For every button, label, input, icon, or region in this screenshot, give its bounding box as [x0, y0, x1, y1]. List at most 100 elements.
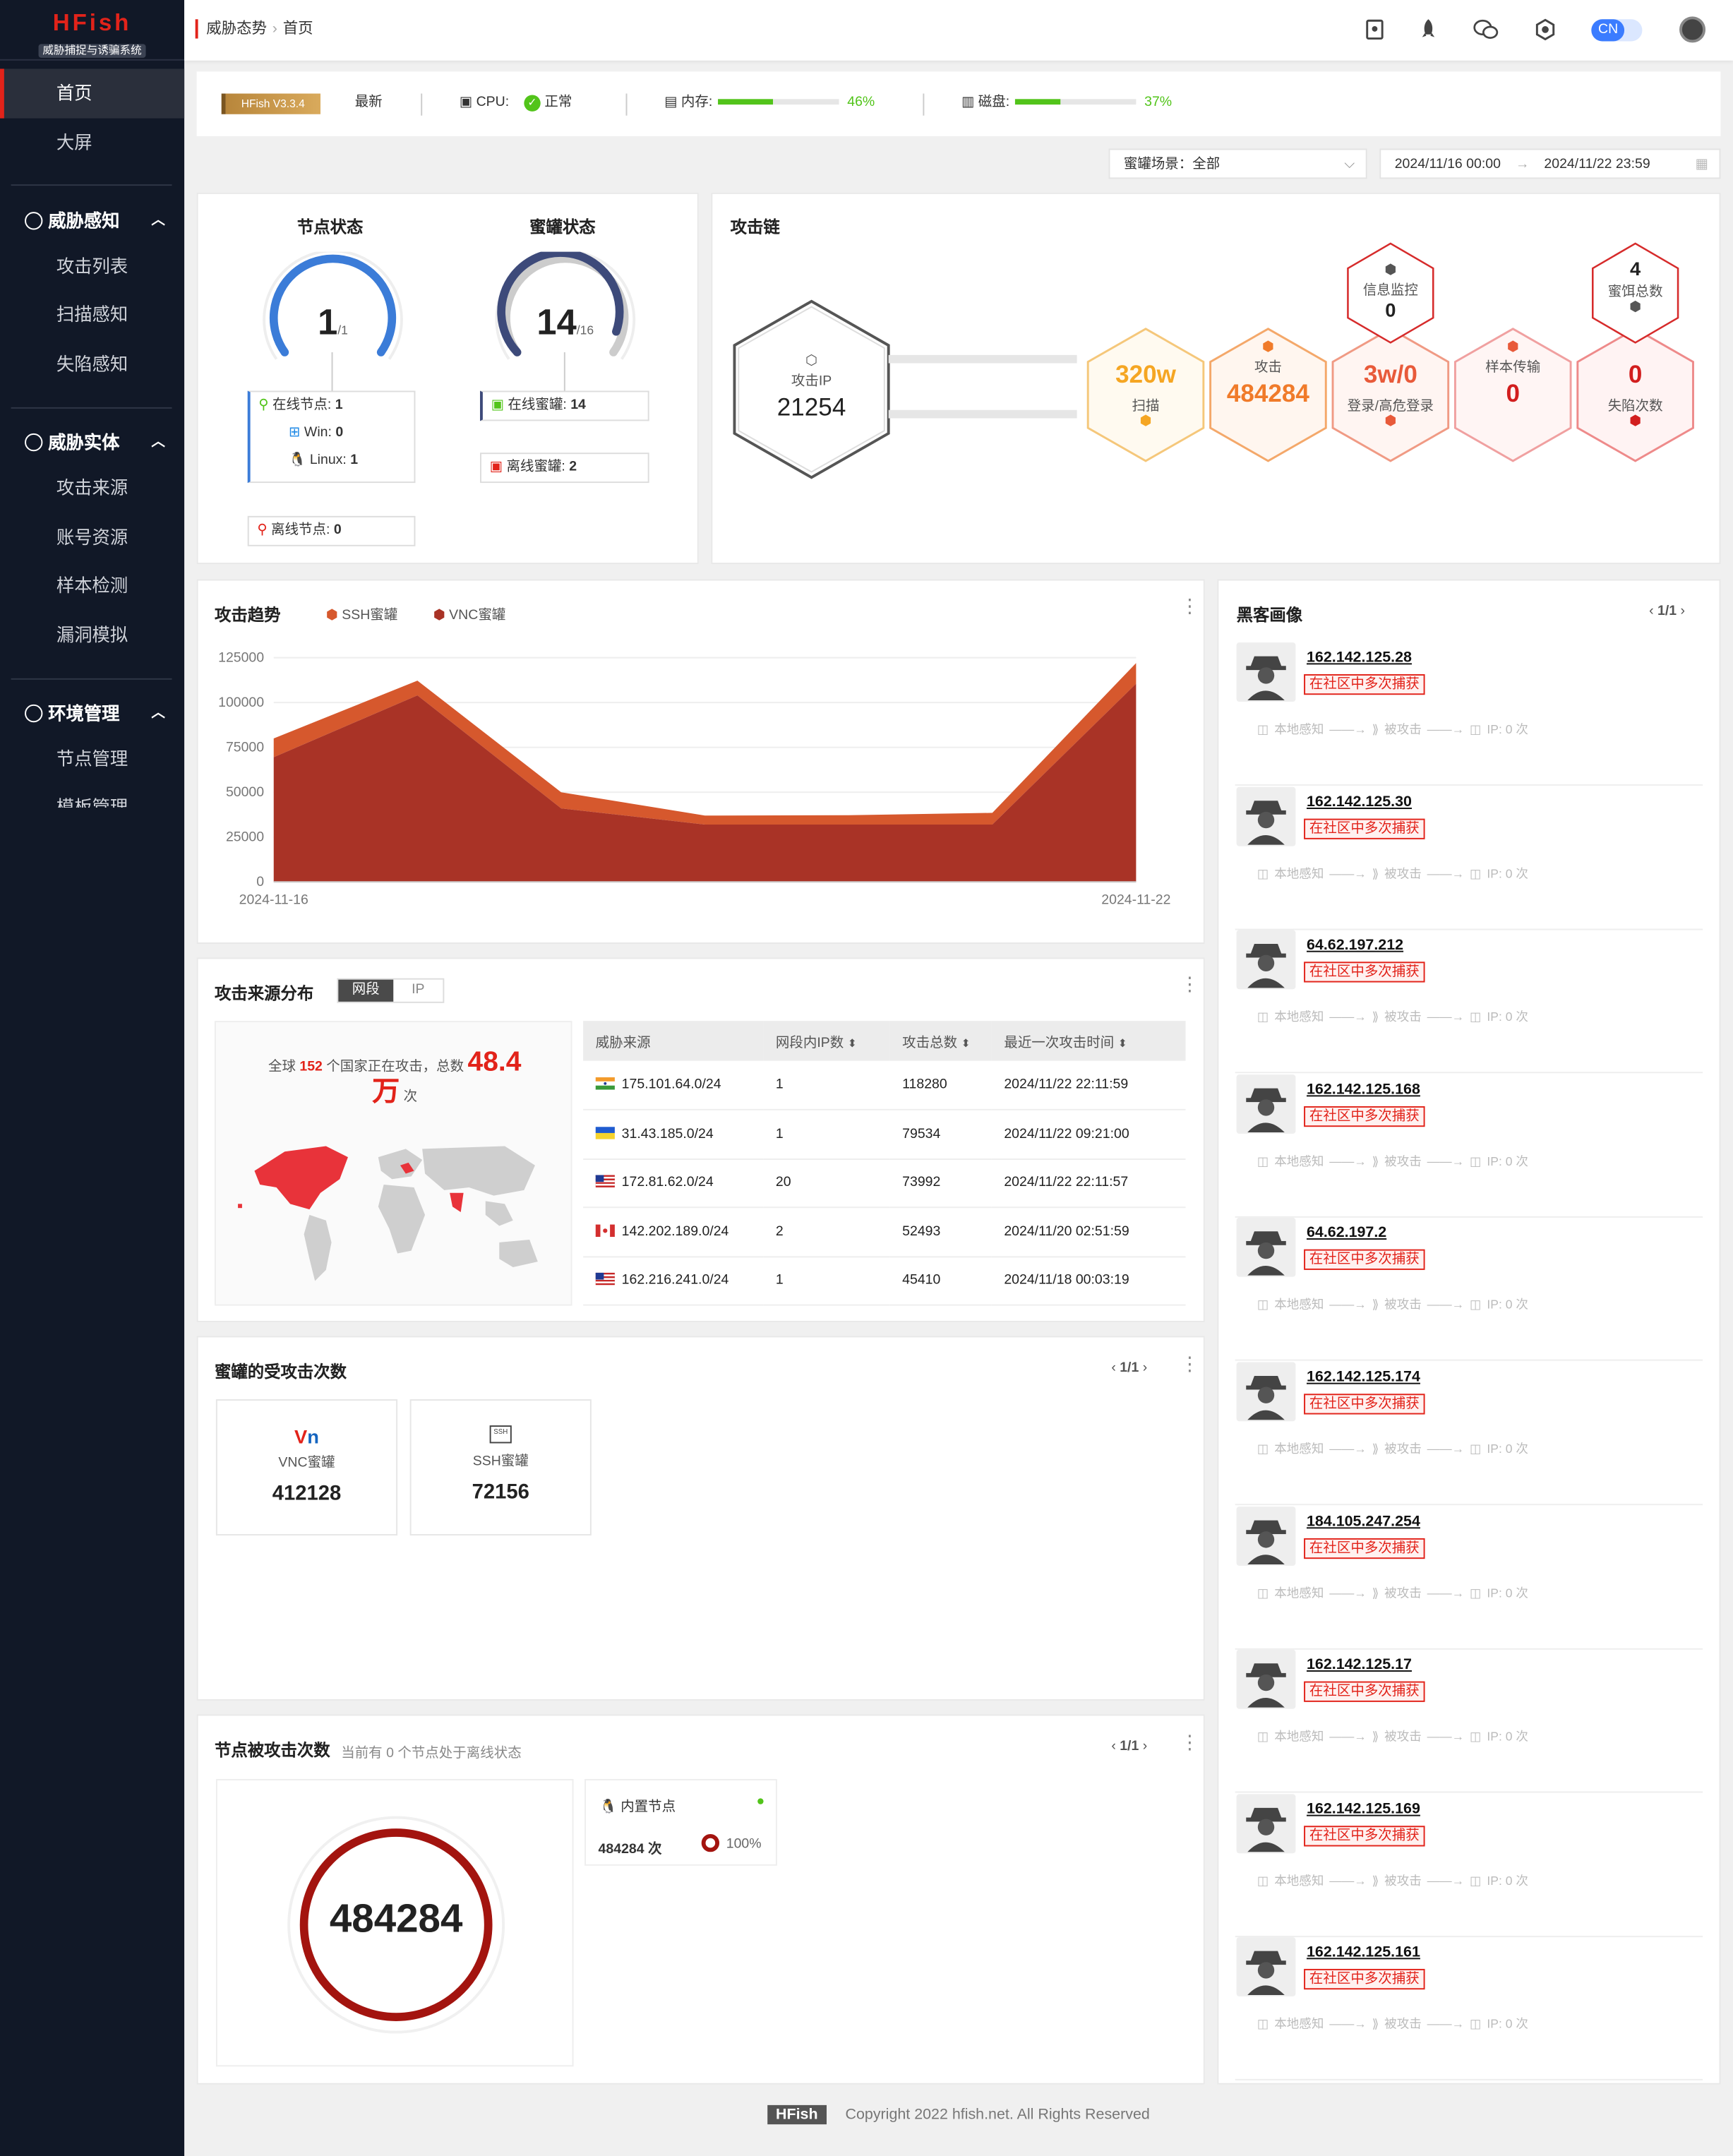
- sidebar-group-threat-perception[interactable]: 威胁感知 ︿: [0, 197, 184, 246]
- sidebar-group-threat-entity[interactable]: 威胁实体 ︿: [0, 418, 184, 467]
- more-options-icon[interactable]: ⋮: [1180, 974, 1199, 993]
- hacker-ip[interactable]: 162.142.125.169: [1307, 1801, 1420, 1817]
- date-end[interactable]: 2024/11/22 23:59: [1544, 157, 1650, 172]
- hacker-profile-item[interactable]: 162.142.125.168 在社区中多次捕获 ◫ 本地感知 ——→ ⟫ 被攻击 ——→ ◫ I…: [1235, 1074, 1703, 1218]
- user-avatar[interactable]: [1679, 16, 1706, 43]
- attack-node[interactable]: ⬢ 攻击 484284: [1211, 340, 1326, 408]
- hacker-profile-item[interactable]: 162.142.125.30 在社区中多次捕获 ◫ 本地感知 ——→ ⟫ 被攻击 ——→ ◫ IP…: [1235, 786, 1703, 930]
- scene-select-value: 蜜罐场景：全部: [1123, 157, 1221, 172]
- hacker-profile-item[interactable]: 162.142.125.169 在社区中多次捕获 ◫ 本地感知 ——→ ⟫ 被攻击 ——→ ◫ I…: [1235, 1794, 1703, 1937]
- hacker-profile-pager[interactable]: ‹ 1/1 ›: [1649, 604, 1685, 619]
- node-status-card: 节点状态 蜜罐状态 1/1 14/16 ⚲ 在线节点: 1 ⊞ Win: 0 🐧…: [196, 192, 699, 565]
- cell-source[interactable]: 31.43.185.0/24: [583, 1109, 764, 1159]
- date-start[interactable]: 2024/11/16 00:00: [1395, 157, 1501, 172]
- table-row[interactable]: 31.43.185.0/24 1 79534 2024/11/22 09:21:00: [583, 1109, 1186, 1159]
- bait-total-node[interactable]: 4 蜜饵总数 ⬢: [1593, 257, 1678, 315]
- offline-nodes-label: 离线节点:: [271, 522, 330, 539]
- cell-source[interactable]: 175.101.64.0/24: [583, 1060, 764, 1110]
- chevron-left-icon[interactable]: ‹: [1111, 1739, 1120, 1754]
- scene-select[interactable]: 蜜罐场景：全部 ⌵: [1108, 148, 1367, 179]
- sidebar-item-attack-source[interactable]: 攻击来源: [0, 464, 184, 513]
- chevron-right-icon[interactable]: ›: [1139, 1361, 1148, 1376]
- attacked-icon: ⟫: [1372, 1586, 1379, 1600]
- chevron-left-icon[interactable]: ‹: [1111, 1361, 1120, 1376]
- hacker-profile-item[interactable]: 162.142.125.174 在社区中多次捕获 ◫ 本地感知 ——→ ⟫ 被攻击 ——→ ◫ I…: [1235, 1362, 1703, 1506]
- hacker-ip[interactable]: 64.62.197.2: [1307, 1225, 1386, 1241]
- cell-source[interactable]: 162.216.241.0/24: [583, 1256, 764, 1306]
- sidebar-item-node-management[interactable]: 节点管理: [0, 735, 184, 784]
- cell-source[interactable]: 142.202.189.0/24: [583, 1207, 764, 1257]
- chevron-right-icon[interactable]: ›: [1677, 604, 1686, 619]
- more-options-icon[interactable]: ⋮: [1180, 1732, 1199, 1751]
- chevron-right-icon[interactable]: ›: [1139, 1739, 1148, 1754]
- col-attack-total[interactable]: 攻击总数 ⬍: [889, 1021, 992, 1061]
- attacked-icon: ⟫: [1372, 2017, 1379, 2032]
- hacker-avatar-icon: [1236, 1218, 1296, 1278]
- hacker-profile-item[interactable]: 184.105.247.254 在社区中多次捕获 ◫ 本地感知 ——→ ⟫ 被攻击 ——→ ◫ I…: [1235, 1506, 1703, 1649]
- hacker-flow: ◫ 本地感知 ——→ ⟫ 被攻击 ——→ ◫ IP: 0 次: [1257, 2015, 1534, 2032]
- lost-node[interactable]: 0 失陷次数 ⬢: [1578, 361, 1693, 429]
- hexagon-icon[interactable]: [1533, 18, 1557, 41]
- book-icon[interactable]: [1363, 18, 1386, 41]
- hacker-ip[interactable]: 162.142.125.30: [1307, 793, 1412, 810]
- rocket-icon[interactable]: [1417, 18, 1440, 41]
- sidebar-item-attack-list[interactable]: 攻击列表: [0, 242, 184, 292]
- col-last-attack[interactable]: 最近一次攻击时间 ⬍: [991, 1021, 1186, 1061]
- tab-subnet[interactable]: 网段: [338, 979, 394, 1002]
- cell-ip-count: 2: [763, 1207, 890, 1257]
- sidebar-item-scan-perception[interactable]: 扫描感知: [0, 290, 184, 340]
- vnc-icon: Vn: [294, 1425, 319, 1448]
- offline-honeypots-label: 离线蜜罐:: [506, 459, 565, 475]
- cell-source[interactable]: 172.81.62.0/24: [583, 1158, 764, 1209]
- node-total: /1: [337, 323, 348, 337]
- table-row[interactable]: 142.202.189.0/24 2 52493 2024/11/20 02:51:5…: [583, 1207, 1186, 1257]
- honeypot-hits-pager[interactable]: ‹ 1/1 ›: [1111, 1361, 1147, 1376]
- sidebar-item-home[interactable]: 首页: [0, 68, 185, 119]
- hacker-ip[interactable]: 162.142.125.17: [1307, 1657, 1412, 1673]
- table-row[interactable]: 162.216.241.0/24 1 45410 2024/11/18 00:03:1…: [583, 1256, 1186, 1306]
- hacker-ip[interactable]: 64.62.197.212: [1307, 938, 1403, 954]
- language-toggle[interactable]: CN: [1591, 19, 1643, 42]
- sidebar-item-account-resources[interactable]: 账号资源: [0, 513, 184, 563]
- app-logo[interactable]: HFish 威胁捕捉与诱骗系统: [0, 0, 185, 61]
- sidebar-item-compromise-perception[interactable]: 失陷感知: [0, 340, 184, 389]
- wechat-icon[interactable]: [1473, 18, 1499, 41]
- flow-attacked: 被攻击: [1384, 866, 1422, 880]
- table-row[interactable]: 172.81.62.0/24 20 73992 2024/11/22 22:11:57: [583, 1158, 1186, 1209]
- arrow-line-icon: ——→: [1329, 1586, 1367, 1600]
- cell-ip-count: 1: [763, 1060, 890, 1110]
- chevron-left-icon[interactable]: ‹: [1649, 604, 1657, 619]
- scan-node[interactable]: 320w 扫描 ⬢: [1088, 361, 1204, 429]
- hacker-profile-item[interactable]: 162.142.125.17 在社区中多次捕获 ◫ 本地感知 ——→ ⟫ 被攻击 ——→ ◫ IP…: [1235, 1650, 1703, 1793]
- sidebar-item-bigscreen[interactable]: 大屏: [0, 119, 184, 168]
- hacker-ip[interactable]: 184.105.247.254: [1307, 1513, 1420, 1529]
- breadcrumb-parent[interactable]: 威胁态势: [206, 20, 267, 37]
- sample-node[interactable]: ⬢ 样本传输 0: [1455, 340, 1571, 408]
- hacker-flow: ◫ 本地感知 ——→ ⟫ 被攻击 ——→ ◫ IP: 0 次: [1257, 1439, 1534, 1457]
- date-range-picker[interactable]: 2024/11/16 00:00 → 2024/11/22 23:59 ▦: [1379, 148, 1721, 179]
- hacker-profile-item[interactable]: 162.142.125.28 在社区中多次捕获 ◫ 本地感知 ——→ ⟫ 被攻击 ——→ ◫ IP…: [1235, 642, 1703, 786]
- honeypot-tile-vnc[interactable]: Vn VNC蜜罐 412128: [215, 1399, 398, 1536]
- hacker-profile-item[interactable]: 64.62.197.212 在社区中多次捕获 ◫ 本地感知 ——→ ⟫ 被攻击 ——→ ◫ IP:…: [1235, 930, 1703, 1074]
- hacker-ip[interactable]: 162.142.125.168: [1307, 1081, 1420, 1097]
- node-hits-pager[interactable]: ‹ 1/1 ›: [1111, 1739, 1147, 1754]
- attack-ip-node[interactable]: ⬡ 攻击IP 21254: [754, 354, 870, 422]
- more-options-icon[interactable]: ⋮: [1180, 1354, 1199, 1373]
- hacker-ip[interactable]: 162.142.125.161: [1307, 1945, 1420, 1961]
- login-node[interactable]: 3w/0 登录/高危登录 ⬢: [1333, 361, 1449, 429]
- node-hits-item[interactable]: 🐧 内置节点 ● 484284 次 100%: [584, 1778, 777, 1866]
- memory-status: ▤ 内存: 46%: [664, 95, 875, 111]
- sidebar-item-vuln-simulation[interactable]: 漏洞模拟: [0, 611, 184, 660]
- honeypot-tile-ssh[interactable]: SSH SSH蜜罐 72156: [409, 1399, 592, 1536]
- hacker-ip[interactable]: 162.142.125.174: [1307, 1369, 1420, 1385]
- sidebar-group-env-management[interactable]: 环境管理 ︿: [0, 689, 184, 738]
- hacker-profile-item[interactable]: 64.62.197.2 在社区中多次捕获 ◫ 本地感知 ——→ ⟫ 被攻击 ——→ ◫ IP: 0…: [1235, 1218, 1703, 1362]
- hacker-profile-item[interactable]: 162.142.125.161 在社区中多次捕获 ◫ 本地感知 ——→ ⟫ 被攻击 ——→ ◫ I…: [1235, 1937, 1703, 2081]
- table-row[interactable]: 175.101.64.0/24 1 118280 2024/11/22 22:11:5…: [583, 1060, 1186, 1110]
- info-monitor-node[interactable]: ⬢ 信息监控 0: [1348, 263, 1433, 321]
- sidebar-item-sample-detection[interactable]: 样本检测: [0, 561, 184, 611]
- hacker-ip[interactable]: 162.142.125.28: [1307, 649, 1412, 666]
- col-ip-count[interactable]: 网段内IP数 ⬍: [763, 1021, 890, 1061]
- sidebar-item-template-management[interactable]: 模板管理: [0, 783, 184, 808]
- tab-ip[interactable]: IP: [393, 980, 443, 1002]
